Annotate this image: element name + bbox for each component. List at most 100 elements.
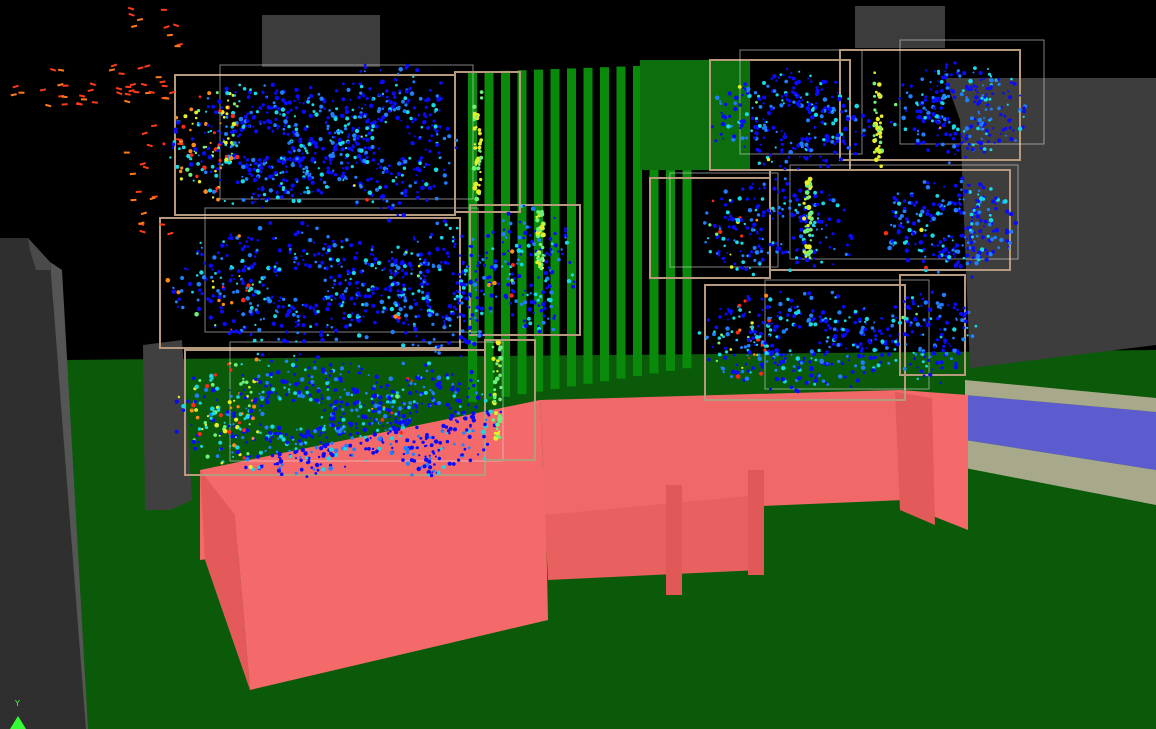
streamline-particle — [786, 297, 790, 301]
streamline-particle — [483, 422, 487, 427]
streamline-particle — [235, 282, 239, 285]
streamline-particle — [216, 197, 220, 202]
streamline-particle — [844, 109, 848, 113]
streamline-particle — [977, 210, 982, 215]
streamline-particle — [726, 238, 730, 241]
streamline-particle — [939, 360, 944, 365]
streamline-particle — [503, 252, 507, 256]
streamline-particle — [319, 446, 324, 451]
streamline-particle — [252, 125, 255, 128]
streamline-particle — [508, 273, 511, 276]
streamline-particle — [247, 124, 251, 128]
streamline-particle — [453, 427, 457, 432]
streamline-particle — [872, 138, 877, 144]
streamline-particle — [298, 353, 302, 356]
streamline-particle — [509, 293, 514, 298]
streamline-particle — [553, 232, 557, 236]
streamline-particle — [831, 95, 834, 99]
streamline-particle — [333, 145, 337, 150]
streamline-particle — [231, 266, 235, 270]
streamline-particle — [339, 114, 343, 117]
streamline-particle — [325, 436, 329, 439]
streamline-particle — [268, 221, 273, 226]
streamline-particle — [468, 279, 473, 284]
streamline-particle — [966, 190, 969, 193]
streamline-particle — [920, 369, 924, 373]
streamline-particle — [741, 187, 745, 191]
streamline-particle — [435, 247, 440, 252]
streamline-particle — [534, 252, 538, 257]
streamline-particle — [215, 91, 219, 95]
streamline-particle — [872, 347, 877, 353]
streamline-particle — [293, 252, 297, 256]
streamline-particle — [400, 173, 404, 177]
streamline-particle — [419, 393, 423, 397]
streamline-particle — [434, 350, 437, 353]
streamline-particle — [495, 427, 499, 431]
streamline-particle — [177, 395, 181, 399]
streamline-particle — [861, 133, 866, 137]
streamline-particle — [774, 146, 777, 149]
streamline-particle — [294, 106, 299, 110]
streamline-particle — [924, 265, 928, 270]
streamline-particle — [930, 233, 935, 238]
streamline-particle — [216, 167, 220, 171]
streamline-particle — [749, 267, 751, 270]
streamline-particle — [184, 267, 187, 270]
streamline-particle — [463, 319, 466, 323]
streamline-particle — [369, 263, 375, 268]
streamline-particle — [726, 252, 729, 254]
streamline-particle — [755, 218, 759, 222]
streamline-particle — [446, 429, 451, 433]
streamline-particle — [940, 142, 945, 147]
streamline-particle — [432, 452, 436, 455]
streamline-particle — [279, 171, 282, 174]
streamline-particle — [249, 306, 254, 310]
streamline-particle — [425, 369, 429, 373]
streamline-particle — [753, 353, 756, 356]
streamline-particle — [766, 251, 770, 255]
streamline-particle — [730, 375, 733, 379]
streamline-particle — [956, 350, 961, 356]
streamline-particle — [258, 392, 261, 395]
streamline-particle — [946, 203, 949, 206]
streamline-particle — [251, 115, 256, 120]
streamline-particle — [843, 319, 847, 323]
streamline-particle — [338, 261, 342, 264]
streamline-particle — [293, 99, 296, 102]
streamline-particle — [294, 320, 297, 324]
streamline-particle — [940, 212, 943, 216]
streamline-particle — [741, 93, 744, 97]
streamline-particle — [260, 338, 264, 342]
3d-viewport[interactable]: Y — [0, 0, 1156, 729]
streamline-particle — [926, 114, 930, 118]
streamline-particle — [194, 312, 199, 317]
streamline-particle — [231, 202, 235, 205]
streamline-particle — [713, 330, 716, 334]
streamline-particle — [404, 103, 408, 107]
streamline-particle — [474, 309, 478, 313]
streamline-particle — [746, 254, 749, 257]
streamline-particle — [770, 343, 775, 348]
streamline-particle — [952, 144, 957, 149]
streamline-particle — [904, 235, 909, 240]
streamline-particle — [257, 465, 261, 470]
streamline-particle — [371, 200, 375, 204]
streamline-particle — [264, 197, 268, 201]
streamline-particle — [307, 176, 312, 181]
streamline-particle — [274, 117, 278, 121]
streamline-particle — [723, 189, 728, 194]
streamline-particle — [412, 75, 415, 78]
streamline-particle — [762, 118, 765, 121]
streamline-particle — [285, 440, 290, 445]
streamline-particle — [391, 91, 396, 96]
streamline-particle — [729, 265, 734, 269]
streamline-particle — [772, 89, 777, 93]
streamline-particle — [781, 207, 784, 211]
streamline-particle — [953, 61, 957, 65]
streamline-particle — [342, 412, 346, 416]
streamline-particle — [783, 132, 787, 135]
streamline-particle — [419, 277, 423, 280]
streamline-particle — [892, 224, 897, 228]
streamline-particle — [444, 425, 449, 429]
